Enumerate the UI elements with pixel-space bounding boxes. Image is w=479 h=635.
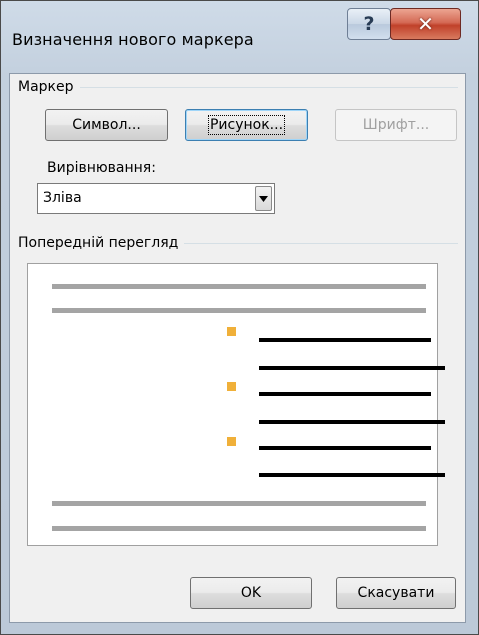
close-icon: ✕ [417,12,434,36]
dropdown-arrow-button[interactable] [255,186,272,211]
close-button[interactable]: ✕ [390,8,461,40]
preview-gray-line [52,308,426,313]
symbol-button[interactable]: Символ... [45,109,168,141]
title-bar: Визначення нового маркера ? ✕ [1,1,478,75]
help-icon: ? [363,13,375,35]
marker-group-header: Маркер [18,79,458,95]
preview-black-line [259,392,431,396]
preview-gray-line [52,526,426,531]
picture-button-label: Рисунок... [207,115,286,135]
alignment-select[interactable]: Зліва [37,183,275,214]
picture-button[interactable]: Рисунок... [185,109,308,141]
preview-group-legend: Попередній перегляд [18,235,179,251]
dialog-title: Визначення нового маркера [12,30,254,49]
font-button-label: Шрифт... [362,117,430,133]
group-divider [184,242,458,244]
symbol-button-label: Символ... [72,117,141,133]
preview-pane [27,263,445,546]
ok-button[interactable]: OK [190,577,312,609]
preview-black-line [259,366,445,370]
preview-black-line [259,420,445,424]
ok-button-label: OK [240,585,262,601]
preview-group-header: Попередній перегляд [18,235,458,251]
marker-group-legend: Маркер [18,79,74,95]
help-button[interactable]: ? [347,8,391,40]
chevron-down-icon [259,195,268,202]
preview-bullet-marker [227,327,236,336]
cancel-button-label: Скасувати [357,585,435,601]
font-button[interactable]: Шрифт... [335,109,457,141]
preview-bullet-marker [227,382,236,391]
alignment-label: Вирівнювання: [47,160,156,176]
preview-gray-line [52,284,426,289]
preview-bullet-marker [227,437,236,446]
preview-gray-line [52,501,426,506]
preview-black-line [259,446,431,450]
preview-black-line [259,473,445,477]
alignment-value: Зліва [43,190,82,206]
cancel-button[interactable]: Скасувати [336,577,456,609]
dialog-body: Маркер Символ... Рисунок... Шрифт... Вир… [9,73,466,623]
preview-black-line [259,338,431,342]
group-divider [79,86,458,88]
